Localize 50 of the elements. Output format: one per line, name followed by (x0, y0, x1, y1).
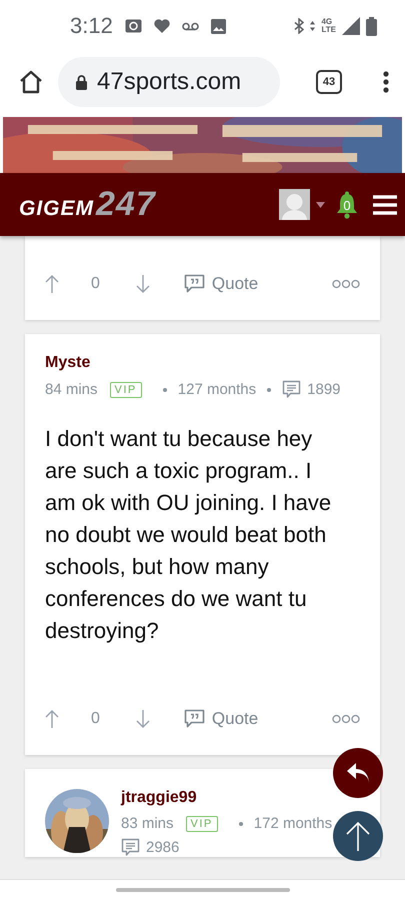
image-icon (210, 18, 226, 34)
author-name[interactable]: Myste (45, 354, 90, 372)
vote-count: 0 (91, 710, 100, 728)
quote-button[interactable]: Quote (184, 274, 258, 294)
quote-button[interactable]: Quote (184, 709, 258, 729)
upvote-icon[interactable] (45, 274, 59, 294)
member-tenure: 172 months (254, 815, 332, 832)
caret-icon[interactable] (316, 202, 325, 208)
separator-dot (267, 388, 272, 392)
home-icon[interactable] (18, 70, 44, 94)
comment-count-icon (282, 380, 302, 399)
radio-icon (124, 19, 142, 33)
comment-count-icon (121, 838, 140, 857)
hamburger-menu-icon[interactable] (373, 194, 397, 214)
post-count: 2986 (146, 839, 180, 856)
vip-badge: VIP (186, 816, 218, 832)
lock-icon (76, 74, 87, 90)
bluetooth-icon (294, 18, 304, 34)
downvote-icon[interactable] (136, 274, 150, 294)
author-name[interactable]: jtraggie99 (121, 789, 197, 807)
address-bar[interactable]: 47sports.com (58, 57, 280, 107)
data-arrows-icon (310, 21, 316, 31)
menu-icon[interactable] (383, 71, 389, 93)
site-logo[interactable]: GIGEM (19, 197, 94, 221)
more-options-icon[interactable] (332, 714, 360, 724)
member-tenure: 127 months (178, 381, 256, 398)
quote-icon (184, 274, 205, 294)
site-logo[interactable]: 247 (96, 185, 156, 224)
tab-count-button[interactable]: 43 (316, 70, 342, 94)
quote-icon (184, 709, 205, 729)
upvote-icon[interactable] (45, 709, 59, 729)
downvote-icon[interactable] (136, 709, 150, 729)
more-options-icon[interactable] (332, 279, 360, 289)
separator-dot (238, 822, 243, 826)
network-type: 4G (321, 18, 334, 26)
battery-icon (366, 16, 377, 36)
separator-dot (162, 388, 167, 392)
heart-icon (154, 19, 170, 33)
reply-button[interactable] (333, 748, 383, 798)
post-count: 1899 (307, 381, 341, 398)
post-time: 83 mins (121, 815, 174, 832)
post-body: I don't want tu because hey are such a toxic program.. I am ok with OU joining. I have no doubt we would beat both schools, but how many conferences do we want tu destroying? (45, 425, 332, 645)
vote-count: 0 (91, 275, 100, 293)
signal-icon (342, 17, 360, 35)
scroll-to-top-button[interactable] (333, 811, 383, 861)
network-type: LTE (321, 26, 336, 34)
clock-time: 3:12 (70, 13, 113, 39)
post-time: 84 mins (45, 381, 98, 398)
voicemail-icon (182, 22, 199, 30)
vip-badge: VIP (110, 382, 142, 398)
